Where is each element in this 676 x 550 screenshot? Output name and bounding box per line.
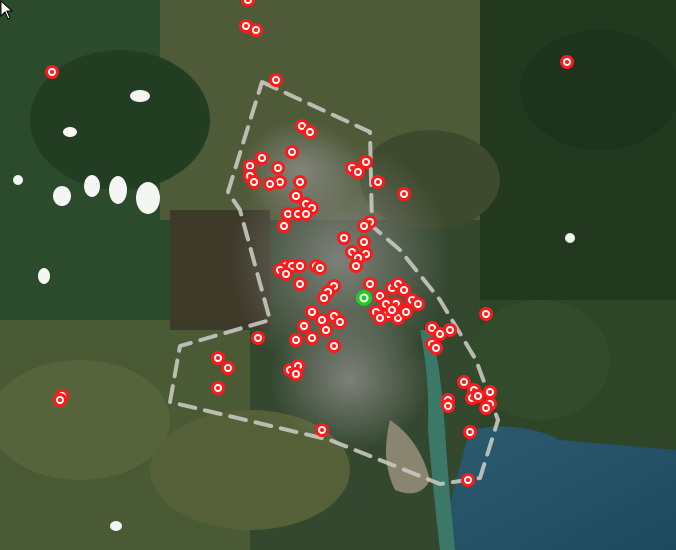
map-marker[interactable] (293, 277, 307, 291)
map-marker[interactable] (299, 207, 313, 221)
map-marker[interactable] (317, 291, 331, 305)
map-marker[interactable] (221, 361, 235, 375)
map-marker[interactable] (249, 23, 263, 37)
map-marker[interactable] (263, 177, 277, 191)
map-marker[interactable] (385, 303, 399, 317)
map-marker[interactable] (357, 235, 371, 249)
map-marker[interactable] (285, 145, 299, 159)
map-marker[interactable] (293, 259, 307, 273)
map-marker[interactable] (327, 339, 341, 353)
selected-marker[interactable] (356, 290, 372, 306)
map-marker[interactable] (471, 389, 485, 403)
map-marker[interactable] (319, 323, 333, 337)
arrow-cursor-icon (0, 0, 14, 20)
satellite-map[interactable] (0, 0, 676, 550)
map-marker[interactable] (269, 73, 283, 87)
map-marker[interactable] (271, 161, 285, 175)
map-marker[interactable] (399, 305, 413, 319)
map-marker[interactable] (313, 261, 327, 275)
map-marker[interactable] (211, 351, 225, 365)
map-marker[interactable] (305, 331, 319, 345)
map-marker[interactable] (333, 315, 347, 329)
map-marker[interactable] (560, 55, 574, 69)
map-marker[interactable] (53, 393, 67, 407)
map-marker[interactable] (255, 151, 269, 165)
map-marker[interactable] (411, 297, 425, 311)
map-marker[interactable] (463, 425, 477, 439)
map-marker[interactable] (289, 367, 303, 381)
map-marker[interactable] (211, 381, 225, 395)
map-marker[interactable] (397, 187, 411, 201)
map-marker[interactable] (441, 399, 455, 413)
map-marker[interactable] (277, 219, 291, 233)
map-marker[interactable] (251, 331, 265, 345)
map-marker[interactable] (429, 341, 443, 355)
map-marker[interactable] (247, 175, 261, 189)
map-marker[interactable] (45, 65, 59, 79)
map-marker[interactable] (363, 277, 377, 291)
map-marker[interactable] (279, 267, 293, 281)
map-marker[interactable] (483, 385, 497, 399)
map-marker[interactable] (315, 423, 329, 437)
map-marker[interactable] (359, 155, 373, 169)
map-marker[interactable] (297, 319, 311, 333)
map-marker[interactable] (461, 473, 475, 487)
map-marker[interactable] (337, 231, 351, 245)
map-marker[interactable] (303, 125, 317, 139)
map-marker[interactable] (293, 175, 307, 189)
map-marker[interactable] (289, 333, 303, 347)
map-marker[interactable] (371, 175, 385, 189)
map-marker[interactable] (373, 311, 387, 325)
map-marker[interactable] (349, 259, 363, 273)
map-marker[interactable] (479, 307, 493, 321)
map-canvas[interactable] (0, 0, 676, 550)
map-marker[interactable] (479, 401, 493, 415)
map-marker[interactable] (443, 323, 457, 337)
map-marker[interactable] (357, 219, 371, 233)
